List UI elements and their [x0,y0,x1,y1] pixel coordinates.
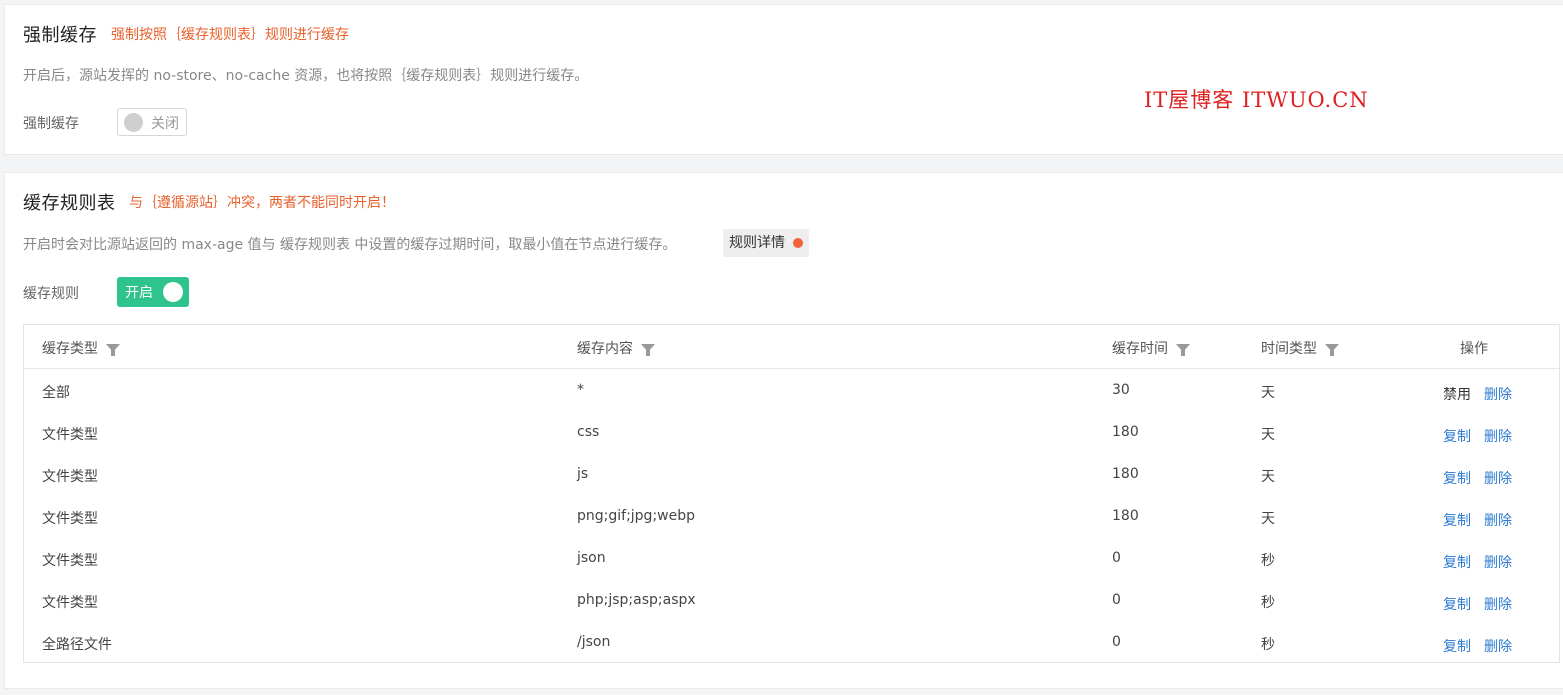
disable-button[interactable]: 禁用 [1443,384,1471,404]
cell-time: 180 [1112,466,1139,482]
cache-rules-title: 缓存规则表 [23,193,116,214]
column-header-label: 缓存类型 [42,341,98,357]
force-cache-label: 强制缓存 [23,116,79,132]
delete-button[interactable]: 删除 [1484,594,1512,614]
copy-button[interactable]: 复制 [1443,510,1471,530]
cell-time: 0 [1112,550,1121,566]
cell-type: 文件类型 [42,553,98,569]
force-cache-panel: 强制缓存 强制按照｛缓存规则表｝规则进行缓存 开启后，源站发挥的 no-stor… [4,4,1563,155]
copy-button[interactable]: 复制 [1443,426,1471,446]
table-row: 文件类型 json 0 秒 复制 删除 [24,537,1559,579]
column-header-time-type: 时间类型 [1261,338,1339,358]
force-cache-toggle-label: 关闭 [151,116,179,132]
cell-content: css [577,424,600,440]
toggle-knob [124,113,143,132]
delete-button[interactable]: 删除 [1484,468,1512,488]
cell-type: 全路径文件 [42,637,112,653]
table-row: 文件类型 php;jsp;asp;aspx 0 秒 复制 删除 [24,579,1559,621]
column-header-type: 缓存类型 [42,338,120,358]
copy-button[interactable]: 复制 [1443,594,1471,614]
copy-button[interactable]: 复制 [1443,636,1471,656]
copy-button[interactable]: 复制 [1443,468,1471,488]
cell-type: 全部 [42,385,70,401]
cell-type: 文件类型 [42,595,98,611]
filter-icon[interactable] [106,344,120,356]
filter-icon[interactable] [1325,344,1339,356]
filter-icon[interactable] [1176,344,1190,356]
delete-button[interactable]: 删除 [1484,384,1512,404]
cell-unit: 天 [1261,511,1275,527]
column-header-label: 缓存时间 [1112,341,1168,357]
cell-time: 180 [1112,508,1139,524]
cell-content: * [577,382,584,398]
cache-rules-table: 缓存类型 缓存内容 缓存时间 时间类型 操作 全部 * 30 天 禁用 删除 文… [23,324,1560,663]
cache-rules-toggle[interactable]: 开启 [117,277,189,307]
cell-time: 0 [1112,592,1121,608]
table-row: 文件类型 css 180 天 复制 删除 [24,411,1559,453]
cell-unit: 天 [1261,385,1275,401]
force-cache-note: 强制按照｛缓存规则表｝规则进行缓存 [111,27,349,43]
column-header-label: 缓存内容 [577,341,633,357]
force-cache-toggle[interactable]: 关闭 [117,108,187,136]
cell-time: 0 [1112,634,1121,650]
column-header-actions: 操作 [1460,341,1488,357]
column-header-time: 缓存时间 [1112,338,1190,358]
force-cache-description: 开启后，源站发挥的 no-store、no-cache 资源，也将按照｛缓存规则… [23,68,589,84]
table-row: 全部 * 30 天 禁用 删除 [24,369,1559,411]
toggle-knob [163,282,183,302]
filter-icon[interactable] [641,344,655,356]
cache-rules-label: 缓存规则 [23,286,79,302]
rule-detail-label: 规则详情 [729,235,785,251]
table-row: 文件类型 png;gif;jpg;webp 180 天 复制 删除 [24,495,1559,537]
cell-content: /json [577,634,611,650]
cell-time: 30 [1112,382,1130,398]
cache-rules-toggle-label: 开启 [125,285,153,301]
cell-unit: 秒 [1261,595,1275,611]
table-header: 缓存类型 缓存内容 缓存时间 时间类型 操作 [24,325,1559,369]
cell-unit: 秒 [1261,553,1275,569]
delete-button[interactable]: 删除 [1484,510,1512,530]
table-row: 全路径文件 /json 0 秒 复制 删除 [24,621,1559,663]
cell-time: 180 [1112,424,1139,440]
cell-content: js [577,466,589,482]
column-header-label: 时间类型 [1261,341,1317,357]
watermark: IT屋博客 ITWUO.CN [1144,88,1369,112]
cell-type: 文件类型 [42,427,98,443]
copy-button[interactable]: 复制 [1443,552,1471,572]
column-header-content: 缓存内容 [577,338,655,358]
cache-rules-description: 开启时会对比源站返回的 max-age 值与 缓存规则表 中设置的缓存过期时间，… [23,237,677,253]
cell-unit: 秒 [1261,637,1275,653]
cell-content: png;gif;jpg;webp [577,508,696,524]
delete-button[interactable]: 删除 [1484,426,1512,446]
cache-rules-panel: 缓存规则表 与｛遵循源站｝冲突，两者不能同时开启！ 开启时会对比源站返回的 ma… [4,172,1563,689]
delete-button[interactable]: 删除 [1484,636,1512,656]
notification-dot-icon [793,238,803,248]
cell-unit: 天 [1261,427,1275,443]
rule-detail-button[interactable]: 规则详情 [723,229,809,257]
cell-unit: 天 [1261,469,1275,485]
cell-content: json [577,550,606,566]
cache-rules-note: 与｛遵循源站｝冲突，两者不能同时开启！ [129,195,395,211]
cell-type: 文件类型 [42,469,98,485]
table-row: 文件类型 js 180 天 复制 删除 [24,453,1559,495]
cell-content: php;jsp;asp;aspx [577,592,696,608]
force-cache-title: 强制缓存 [23,25,97,46]
delete-button[interactable]: 删除 [1484,552,1512,572]
cell-type: 文件类型 [42,511,98,527]
